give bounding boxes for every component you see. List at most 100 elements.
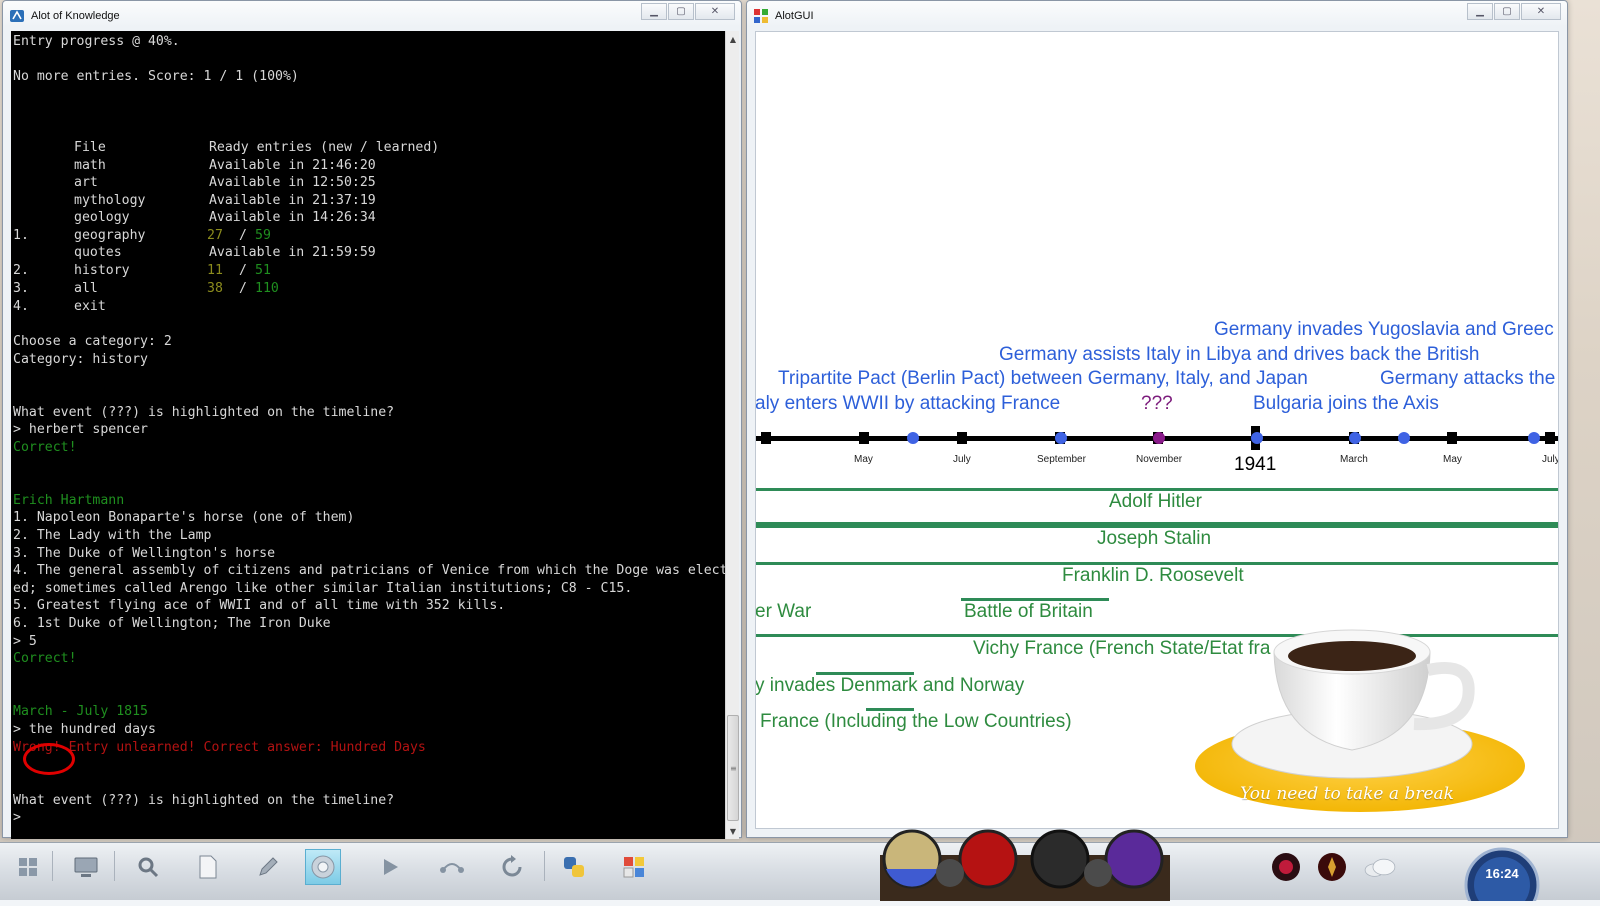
console-line: art Available in 12:50:25 (74, 175, 376, 190)
minimize-button[interactable]: ▁ (1467, 3, 1493, 20)
console-question: What event (???) is highlighted on the t… (13, 405, 395, 420)
axis-tick (1545, 432, 1555, 444)
chrome-icon[interactable] (305, 849, 341, 885)
category-name: exit (74, 299, 106, 314)
person-label: Franklin D. Roosevelt (1062, 565, 1244, 586)
person-label: Joseph Stalin (1097, 528, 1212, 549)
console-answer: > the hundred days (13, 722, 156, 737)
category-num: 4. (13, 299, 29, 314)
timeline-event: Germany assists Italy in Libya and drive… (999, 344, 1480, 365)
category-name: geography (74, 228, 146, 243)
event-dot[interactable] (1251, 432, 1263, 444)
category-learned-count: 110 (255, 281, 279, 296)
console-input-prompt[interactable]: > (13, 809, 21, 827)
console-line: No more entries. Score: 1 / 1 (100%) (13, 69, 299, 84)
start-icon[interactable] (10, 849, 46, 885)
desktop: Alot of Knowledge ▁ ▢ ✕ Entry progress @… (0, 0, 1600, 906)
console-feedback: Correct! (13, 651, 77, 666)
taskbar-separator (114, 851, 115, 881)
close-button[interactable]: ✕ (695, 3, 735, 20)
maximize-button[interactable]: ▢ (1494, 3, 1520, 20)
event-dot[interactable] (1398, 432, 1410, 444)
console-titlebar[interactable]: Alot of Knowledge ▁ ▢ ✕ (3, 1, 741, 31)
taskbar-separator (52, 851, 53, 881)
system-gauges-gadget (880, 829, 1170, 901)
axis-tick (859, 432, 869, 444)
console-line: Entry progress @ 40%. (13, 34, 180, 49)
category-num: 2. (13, 263, 29, 278)
console-app-icon (10, 10, 24, 22)
console-scrollbar[interactable]: ▲ ≡ ▼ (725, 31, 739, 839)
category-num: 3. (13, 281, 29, 296)
period-label: y invades Denmark and Norway (755, 675, 1025, 696)
close-button[interactable]: ✕ (1521, 3, 1561, 20)
event-dot[interactable] (1349, 432, 1361, 444)
month-label: May (854, 454, 873, 465)
refresh-icon[interactable] (494, 849, 530, 885)
maximize-button[interactable]: ▢ (668, 3, 694, 20)
console-option: 6. 1st Duke of Wellington; The Iron Duke (13, 616, 331, 631)
month-label: July (1542, 454, 1559, 465)
console-line: Category: history (13, 352, 148, 367)
console-answer: > herbert spencer (13, 422, 148, 437)
scroll-down-arrow-icon[interactable]: ▼ (726, 824, 740, 838)
console-prompt-term: Erich Hartmann (13, 493, 125, 508)
highlighted-event-marker: ??? (1141, 393, 1173, 414)
timeline-event: Germany invades Yugoslavia and Greec (1214, 319, 1554, 340)
console-option: 2. The Lady with the Lamp (13, 528, 212, 543)
console-line: mythology Available in 21:37:19 (74, 193, 376, 208)
weather-cloud-icon[interactable] (1362, 849, 1398, 885)
highlight-circle (23, 743, 75, 775)
category-learned-count: 51 (255, 263, 271, 278)
gui-window-title: AlotGUI (775, 10, 814, 22)
console-line: geology Available in 14:26:34 (74, 210, 376, 225)
search-icon[interactable] (130, 849, 166, 885)
timeline-event: Germany attacks the (1380, 368, 1556, 389)
pencil-icon[interactable] (250, 849, 286, 885)
network-icon[interactable] (434, 849, 470, 885)
media-play-icon[interactable] (372, 849, 408, 885)
month-label: November (1136, 454, 1183, 465)
break-message: You need to take a break (1240, 784, 1454, 804)
console-line: quotes Available in 21:59:59 (74, 245, 376, 260)
year-label: 1941 (1234, 454, 1277, 475)
clock-time: 16:24 (1485, 866, 1519, 881)
console-option: 4. The general assembly of citizens and … (13, 563, 725, 578)
coffee-break-widget[interactable]: You need to take a break (1192, 626, 1532, 816)
console-line: Choose a category: 2 (13, 334, 172, 349)
clock-widget[interactable]: 16:24 (1462, 843, 1542, 906)
scroll-up-arrow-icon[interactable]: ▲ (726, 32, 740, 46)
console-answer: > 5 (13, 634, 37, 649)
category-learned-count: 59 (255, 228, 271, 243)
python-icon[interactable] (556, 849, 592, 885)
count-separator: / (231, 281, 255, 296)
event-dot[interactable] (907, 432, 919, 444)
console-output[interactable]: Entry progress @ 40%. No more entries. S… (11, 31, 725, 839)
computer-icon[interactable] (68, 849, 104, 885)
highlighted-event-dot[interactable] (1153, 432, 1165, 444)
taskbar: 16:24 (0, 829, 1600, 906)
category-new-count: 27 (207, 228, 223, 243)
document-icon[interactable] (190, 849, 226, 885)
month-label: May (1443, 454, 1462, 465)
category-num: 1. (13, 228, 29, 243)
console-table-header: File Ready entries (new / learned) (74, 140, 440, 155)
console-question: What event (???) is highlighted on the t… (13, 793, 395, 808)
month-label: March (1340, 454, 1368, 465)
console-option: 3. The Duke of Wellington's horse (13, 546, 276, 561)
timeline-event: aly enters WWII by attacking France (755, 393, 1061, 414)
console-feedback-wrong: Wrong! Entry unlearned! Correct answer: … (13, 740, 426, 755)
control-panel-icon[interactable] (616, 849, 652, 885)
period-label: er War (755, 601, 812, 622)
skyrim-icon[interactable] (1314, 849, 1350, 885)
console-feedback: Correct! (13, 440, 77, 455)
tray-app-icon[interactable] (1268, 849, 1304, 885)
gui-titlebar[interactable]: AlotGUI ▁ ▢ ✕ (747, 1, 1567, 31)
event-dot[interactable] (1528, 432, 1540, 444)
category-name: history (74, 263, 130, 278)
event-dot[interactable] (1055, 432, 1067, 444)
scrollbar-thumb[interactable]: ≡ (727, 715, 739, 821)
minimize-button[interactable]: ▁ (641, 3, 667, 20)
timeline-event: Tripartite Pact (Berlin Pact) between Ge… (778, 368, 1308, 389)
console-window[interactable]: Alot of Knowledge ▁ ▢ ✕ Entry progress @… (2, 0, 742, 839)
